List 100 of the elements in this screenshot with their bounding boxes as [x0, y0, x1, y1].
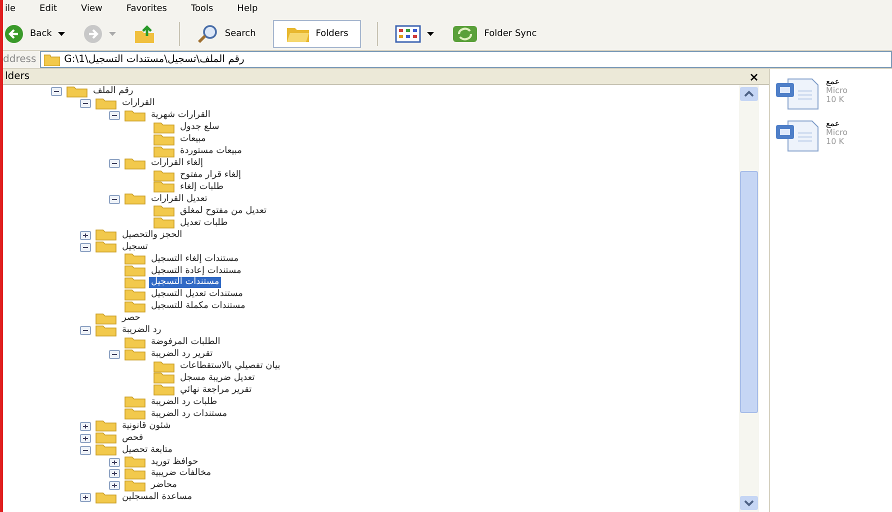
menu-item[interactable]: Edit — [40, 4, 57, 14]
sync-icon — [452, 24, 478, 44]
sync-button[interactable]: Folder Sync — [451, 20, 544, 48]
folder-item[interactable]: تقرير مراجعة نهائي — [178, 384, 254, 396]
folder-item[interactable]: متابعة تحصيل — [120, 444, 174, 456]
folder-icon — [153, 217, 175, 230]
folder-item[interactable]: إلغاء قرار مفتوح — [178, 170, 243, 182]
collapse-icon[interactable] — [80, 326, 90, 336]
folder-item[interactable]: مبيعات — [178, 134, 208, 146]
caret-icon — [58, 32, 65, 36]
folder-item[interactable]: تعديل من مفتوح لمغلق — [178, 206, 268, 217]
folder-item[interactable]: حصر — [120, 313, 142, 324]
folder-item[interactable]: الحجز والتحصيل — [120, 230, 184, 241]
expand-icon[interactable] — [80, 493, 90, 502]
folder-icon — [44, 54, 60, 66]
expand-icon[interactable] — [108, 469, 120, 478]
folder-icon — [124, 468, 146, 480]
folder-icon — [95, 312, 117, 325]
folder-item[interactable]: تعديل ضريبة مسجل — [178, 372, 257, 384]
collapse-icon[interactable] — [108, 194, 120, 204]
file-name: عمع — [826, 119, 841, 128]
expand-icon[interactable] — [80, 230, 90, 240]
folder-item[interactable]: مستندات مكملة للتسجيل — [149, 301, 248, 312]
folder-item[interactable]: طلبات تعديل — [178, 218, 230, 229]
views-icon — [395, 25, 422, 43]
folder-icon — [153, 146, 175, 158]
collapse-icon[interactable] — [80, 99, 90, 108]
menu-item[interactable]: Favorites — [126, 4, 167, 14]
folder-icon — [95, 241, 117, 254]
folder-icon — [124, 408, 146, 420]
folder-icon — [153, 372, 175, 384]
collapse-icon[interactable] — [108, 111, 120, 120]
search-icon — [196, 24, 219, 44]
folder-icon — [124, 193, 146, 206]
folders-button[interactable]: Folders — [272, 20, 362, 48]
folder-item[interactable]: رقم الملف — [91, 86, 136, 98]
expand-icon[interactable] — [80, 434, 90, 443]
folder-item[interactable]: بيان تفصيلي بالاستقطاعات — [178, 361, 282, 372]
folder-icon — [124, 110, 146, 122]
folder-icon — [124, 253, 146, 266]
folder-item[interactable]: شئون قانونية — [120, 420, 173, 432]
folder-item[interactable]: تسجيل — [120, 242, 150, 253]
collapse-icon[interactable] — [80, 242, 90, 252]
close-button[interactable]: × — [748, 70, 759, 82]
folder-item[interactable]: مستندات إعادة التسجيل — [149, 266, 244, 277]
folder-item[interactable]: القرارات شهرية — [149, 110, 212, 122]
folder-item[interactable]: طلبات إلغاء — [178, 182, 226, 193]
folder-icon — [95, 324, 117, 337]
file-name: عمع — [826, 77, 841, 86]
collapse-icon[interactable] — [50, 87, 62, 96]
folder-item[interactable]: مساعدة المسجلين — [120, 492, 194, 504]
folder-item[interactable]: مبيعات مستوردة — [178, 146, 244, 158]
folder-icon — [153, 170, 175, 182]
folder-item[interactable]: مخالفات ضريبية — [149, 468, 214, 480]
folder-icon — [153, 134, 175, 146]
folder-icon — [124, 300, 146, 313]
folder-item[interactable]: تعديل القرارات — [149, 194, 210, 205]
folder-item[interactable]: تقرير رد الضريبة — [149, 349, 215, 360]
folder-item[interactable]: محاضر — [149, 480, 179, 492]
search-button[interactable]: Search — [196, 20, 263, 48]
menu-item[interactable]: View — [80, 4, 102, 14]
menu-item[interactable]: Help — [237, 4, 258, 14]
scroll-down-icon[interactable] — [740, 496, 758, 510]
expand-icon[interactable] — [108, 481, 120, 490]
folder-item[interactable]: مستندات التسجيل — [149, 277, 222, 288]
file-type: Micro — [826, 128, 848, 137]
folder-item[interactable]: حوافظ توريد — [149, 456, 200, 468]
expand-icon[interactable] — [80, 422, 90, 431]
file-size: 10 K — [826, 95, 845, 104]
folder-item[interactable]: مستندات إلغاء التسجيل — [149, 254, 241, 265]
address-field[interactable]: G:\1\رقم الملف\تسجيل\مستندات التسجيل — [40, 51, 892, 68]
folder-icon — [153, 205, 175, 218]
folder-item[interactable]: إلغاء القرارات — [149, 158, 206, 170]
folder-icon — [95, 420, 117, 432]
address-label: ddress — [3, 54, 36, 65]
folder-item[interactable]: رد الضريبة — [120, 325, 164, 336]
folder-item[interactable]: فحص — [120, 432, 146, 444]
folder-item[interactable]: مستندات رد الضريبة — [149, 408, 230, 420]
folder-item[interactable]: سلع جدول — [178, 122, 222, 134]
folder-item[interactable]: مستندات تعديل التسجيل — [149, 289, 245, 300]
folder-icon — [124, 276, 146, 289]
folder-icon — [124, 288, 146, 301]
folder-item[interactable]: القرارات — [120, 98, 157, 110]
menu-item[interactable]: Tools — [191, 4, 214, 14]
caret-icon — [427, 32, 434, 36]
folder-icon — [153, 360, 175, 373]
folder-item[interactable]: الطلبات المرفوضة — [149, 337, 222, 348]
collapse-icon[interactable] — [80, 446, 90, 455]
folder-item[interactable]: طلبات رد الضريبة — [149, 396, 220, 408]
scroll-up-icon[interactable] — [740, 87, 758, 101]
back-button[interactable]: Back — [3, 20, 72, 48]
folder-up-icon — [134, 24, 156, 44]
scrollbar[interactable] — [739, 85, 759, 512]
menu-item[interactable]: ile — [5, 4, 16, 14]
folder-icon — [153, 122, 175, 134]
collapse-icon[interactable] — [108, 350, 120, 360]
folder-icon — [124, 396, 146, 408]
collapse-icon[interactable] — [108, 159, 120, 168]
scroll-thumb[interactable] — [740, 171, 758, 413]
expand-icon[interactable] — [108, 458, 120, 467]
